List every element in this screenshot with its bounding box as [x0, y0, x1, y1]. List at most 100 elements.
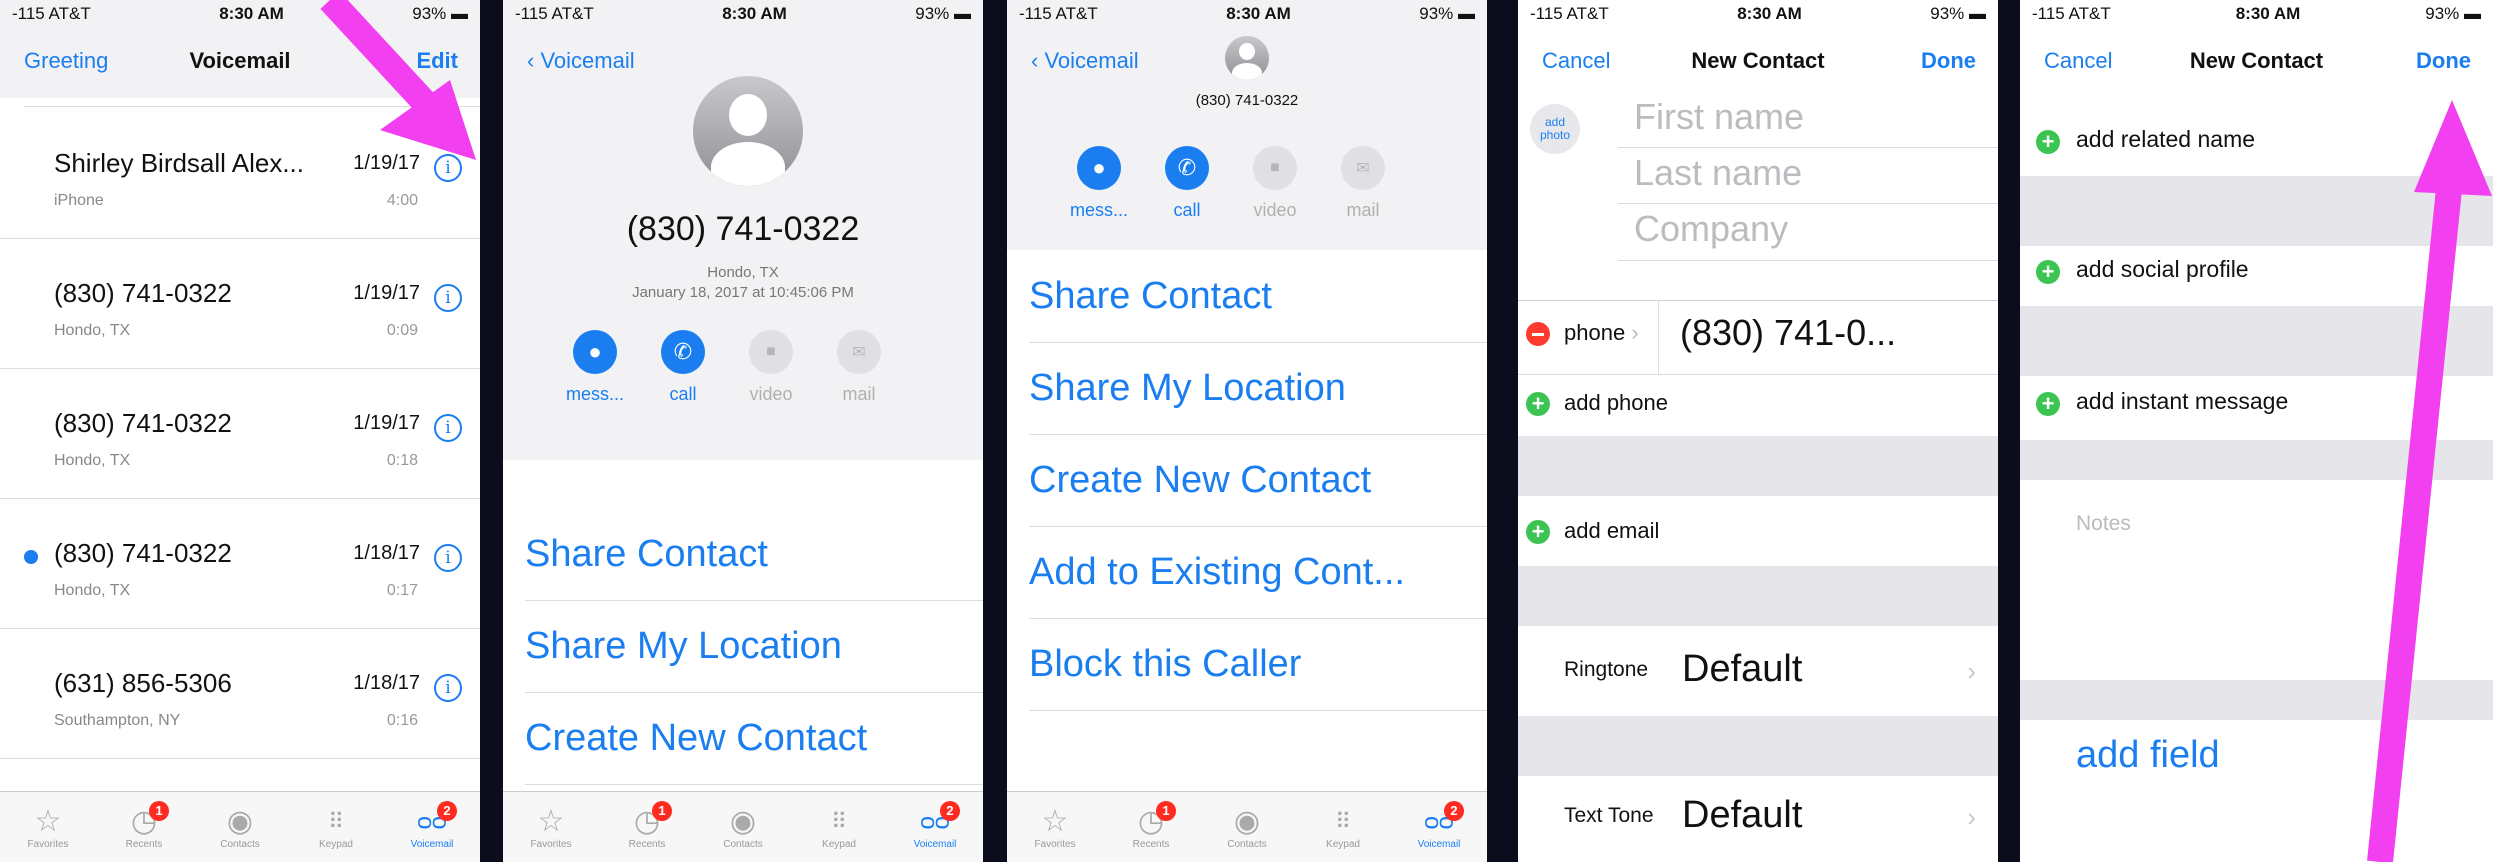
voicemail-row[interactable]: (631) 856-5306 Southampton, NY 1/18/17 0…	[0, 628, 480, 759]
back-button[interactable]: ‹ Voicemail	[1031, 48, 1139, 74]
tab-keypad[interactable]: ⠿ Keypad	[1308, 805, 1378, 850]
phone-value-field[interactable]: (830) 741-0...	[1680, 312, 1896, 354]
voicemail-row[interactable]: (830) 741-0322 Hondo, TX 1/19/17 0:18 i	[0, 368, 480, 499]
voicemail-date: 1/18/17	[353, 542, 420, 564]
ringtone-value: Default	[1682, 648, 1803, 690]
add-email-icon[interactable]: +	[1526, 520, 1550, 544]
block-caller-item[interactable]: Block this Caller	[1029, 618, 1487, 711]
share-location-item[interactable]: Share My Location	[1029, 342, 1487, 435]
tab-favorites[interactable]: ☆ Favorites	[1020, 805, 1090, 850]
tab-recents[interactable]: ◷ 1 Recents	[612, 800, 682, 850]
battery-label: 93% ▬	[2425, 4, 2481, 23]
tab-recents[interactable]: ◷ 1 Recents	[1116, 800, 1186, 850]
voicemail-date: 1/19/17	[353, 152, 420, 174]
contact-avatar	[693, 76, 803, 186]
tab-contacts[interactable]: ◉ Contacts	[205, 805, 275, 850]
caller-detail: Hondo, TX	[54, 322, 131, 339]
last-name-field[interactable]: Last name	[1634, 152, 1802, 194]
share-contact-item[interactable]: Share Contact	[1029, 250, 1487, 343]
voicemail-row[interactable]: Shirley Birdsall Alex... iPhone 1/19/17 …	[0, 108, 480, 239]
video-action: ■ video	[1235, 146, 1315, 221]
done-button[interactable]: Done	[1921, 48, 1976, 74]
clock-label: 8:30 AM	[1226, 4, 1291, 23]
add-field-button[interactable]: add field	[2076, 734, 2220, 777]
status-bar: -115 AT&T 8:30 AM 93% ▬	[2020, 0, 2493, 28]
person-icon: ◉	[1233, 804, 1261, 838]
phone-label[interactable]: phone ›	[1564, 320, 1639, 346]
caller-name: Shirley Birdsall Alex...	[54, 148, 304, 178]
remove-phone-icon[interactable]	[1526, 322, 1550, 346]
share-location-item[interactable]: Share My Location	[525, 600, 983, 693]
add-im-icon[interactable]: +	[2036, 392, 2060, 416]
caller-detail: Southampton, NY	[54, 712, 181, 729]
mail-icon: ✉	[1341, 146, 1385, 190]
chevron-left-icon: ‹	[1031, 48, 1039, 73]
add-instant-message-button[interactable]: add instant message	[2076, 388, 2288, 415]
contact-avatar	[1225, 36, 1269, 80]
recents-badge: 1	[1156, 800, 1176, 821]
call-action[interactable]: ✆ call	[1147, 146, 1227, 221]
voicemail-duration: 4:00	[386, 192, 418, 209]
tab-bar: ☆ Favorites ◷ 1 Recents ◉ Contacts ⠿ Keypad ᴑ…	[1007, 791, 1487, 862]
battery-label: 93% ▬	[1930, 4, 1986, 23]
add-related-name-button[interactable]: add related name	[2076, 126, 2255, 153]
tab-favorites[interactable]: ☆ Favorites	[13, 805, 83, 850]
share-contact-item[interactable]: Share Contact	[525, 508, 983, 601]
voicemail-row[interactable]: (830) 741-0322 Hondo, TX 1/19/17 0:09 i	[0, 238, 480, 369]
first-name-field[interactable]: First name	[1634, 96, 1804, 138]
voicemail-duration: 0:16	[386, 712, 418, 729]
clock-label: 8:30 AM	[219, 4, 284, 23]
create-contact-item[interactable]: Create New Contact	[525, 692, 983, 785]
notes-field[interactable]: Notes	[2076, 512, 2131, 536]
company-field[interactable]: Company	[1634, 208, 1788, 250]
add-related-icon[interactable]: +	[2036, 130, 2060, 154]
mail-action: ✉ mail	[1323, 146, 1403, 221]
add-phone-icon[interactable]: +	[1526, 392, 1550, 416]
voicemail-date: 1/19/17	[353, 412, 420, 434]
chevron-left-icon: ‹	[527, 48, 535, 73]
star-icon: ☆	[1041, 804, 1069, 838]
mail-icon: ✉	[837, 330, 881, 374]
tab-voicemail[interactable]: ᴑᴑ 2 Voicemail	[1404, 800, 1474, 850]
ringtone-row[interactable]: Ringtone Default ›	[1518, 630, 1998, 712]
tab-keypad[interactable]: ⠿ Keypad	[301, 805, 371, 850]
done-button[interactable]: Done	[2416, 48, 2471, 74]
add-photo-button[interactable]: add photo	[1530, 104, 1580, 154]
tab-bar: ☆ Favorites ◷ 1 Recents ◉ Contacts ⠿ Keypad ᴑ…	[503, 791, 983, 862]
battery-label: 93% ▬	[915, 4, 971, 23]
add-social-profile-button[interactable]: add social profile	[2076, 256, 2249, 283]
page-title: Voicemail	[189, 48, 291, 73]
tab-keypad[interactable]: ⠿ Keypad	[804, 805, 874, 850]
tab-contacts[interactable]: ◉ Contacts	[1212, 805, 1282, 850]
chevron-right-icon: ›	[1967, 656, 1976, 686]
info-icon[interactable]: i	[434, 154, 462, 182]
info-icon[interactable]: i	[434, 284, 462, 312]
caller-detail: Hondo, TX	[54, 582, 131, 599]
tab-contacts[interactable]: ◉ Contacts	[708, 805, 778, 850]
tab-favorites[interactable]: ☆ Favorites	[516, 805, 586, 850]
info-icon[interactable]: i	[434, 674, 462, 702]
voicemail-badge: 2	[437, 800, 457, 821]
edit-button[interactable]: Edit	[416, 48, 458, 74]
create-contact-item[interactable]: Create New Contact	[1029, 434, 1487, 527]
text-tone-label: Text Tone	[1564, 804, 1654, 827]
caller-name: (631) 856-5306	[54, 668, 232, 698]
voicemail-row[interactable]: (830) 741-0322 Hondo, TX 1/18/17 0:17 i	[0, 498, 480, 629]
person-icon: ◉	[729, 804, 757, 838]
info-icon[interactable]: i	[434, 544, 462, 572]
new-contact-scrolled-screen: -115 AT&T 8:30 AM 93% ▬ Cancel New Conta…	[2020, 0, 2493, 862]
tab-voicemail[interactable]: ᴑᴑ 2 Voicemail	[900, 800, 970, 850]
add-email-button[interactable]: add email	[1564, 518, 1659, 544]
tab-voicemail[interactable]: ᴑᴑ 2 Voicemail	[397, 800, 467, 850]
back-button[interactable]: ‹ Voicemail	[527, 48, 635, 74]
text-tone-row[interactable]: Text Tone Default ›	[1518, 776, 1998, 858]
call-action[interactable]: ✆ call	[643, 330, 723, 405]
message-action[interactable]: ● mess...	[1059, 146, 1139, 221]
message-action[interactable]: ● mess...	[555, 330, 635, 405]
add-social-icon[interactable]: +	[2036, 260, 2060, 284]
add-to-existing-item[interactable]: Add to Existing Cont...	[1029, 526, 1487, 619]
add-phone-button[interactable]: add phone	[1564, 390, 1668, 416]
tab-recents[interactable]: ◷ 1 Recents	[109, 800, 179, 850]
caller-detail: Hondo, TX	[54, 452, 131, 469]
info-icon[interactable]: i	[434, 414, 462, 442]
